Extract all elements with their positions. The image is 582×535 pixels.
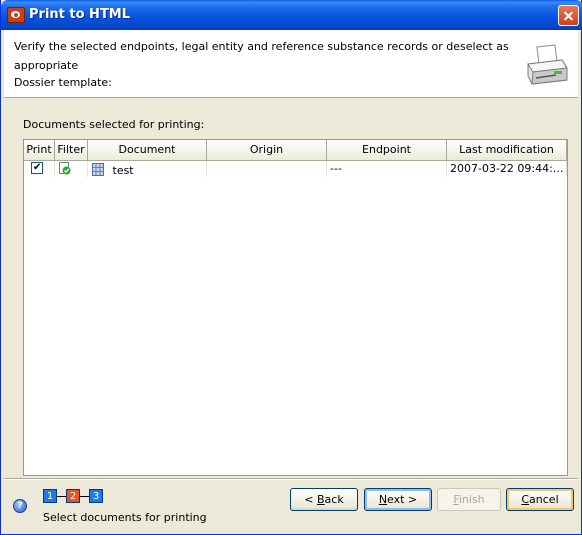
step-2-current: 2 [66,489,80,503]
last-modification-cell: 2007-03-22 09:44:... [447,161,567,177]
app-logo-icon [7,7,25,23]
next-button[interactable]: Next > [364,488,432,511]
table-header: Print Filter Document Origin Endpoint La… [24,140,567,161]
current-step-caption: Select documents for printing [43,511,207,524]
title-bar[interactable]: Print to HTML [1,0,582,30]
column-header-filter[interactable]: Filter [55,140,88,161]
filter-cell [55,161,88,177]
step-connector [57,495,66,497]
filter-check-icon [59,162,71,175]
document-name: test [112,164,134,177]
print-cell: ✔ [24,161,55,177]
documents-table[interactable]: Print Filter Document Origin Endpoint La… [23,139,568,476]
close-button[interactable] [558,5,579,26]
column-header-origin[interactable]: Origin [207,140,327,161]
print-checkbox[interactable]: ✔ [31,162,43,174]
substance-grid-icon [92,163,104,176]
column-header-last-modification[interactable]: Last modification [447,140,567,161]
document-cell: test [88,161,207,177]
back-button[interactable]: < Back [290,488,358,511]
step-connector [80,495,89,497]
instruction-text-continued: appropriate [14,59,79,72]
column-header-document[interactable]: Document [88,140,207,161]
origin-cell [207,161,327,177]
print-to-html-dialog: Print to HTML Verify the selected endpoi… [0,0,582,535]
instruction-text: Verify the selected endpoints, legal ent… [14,40,509,53]
endpoint-cell: --- [327,161,447,177]
dossier-template-label: Dossier template: [14,76,112,89]
wizard-step-indicator: 1 2 3 [43,489,103,503]
step-3: 3 [89,489,103,503]
help-icon[interactable]: ? [13,499,27,513]
column-header-endpoint[interactable]: Endpoint [327,140,447,161]
header-panel: Verify the selected endpoints, legal ent… [4,30,578,98]
step-1: 1 [43,489,57,503]
footer-divider-highlight [4,479,578,480]
column-header-print[interactable]: Print [24,140,55,161]
cancel-button[interactable]: Cancel [506,488,574,511]
table-row[interactable]: ✔ test --- 2007-03-22 09:44:... [24,161,567,177]
printer-icon [527,44,568,85]
window-title: Print to HTML [29,7,131,22]
finish-button[interactable]: Finish [437,488,501,511]
documents-selected-label: Documents selected for printing: [23,118,205,131]
